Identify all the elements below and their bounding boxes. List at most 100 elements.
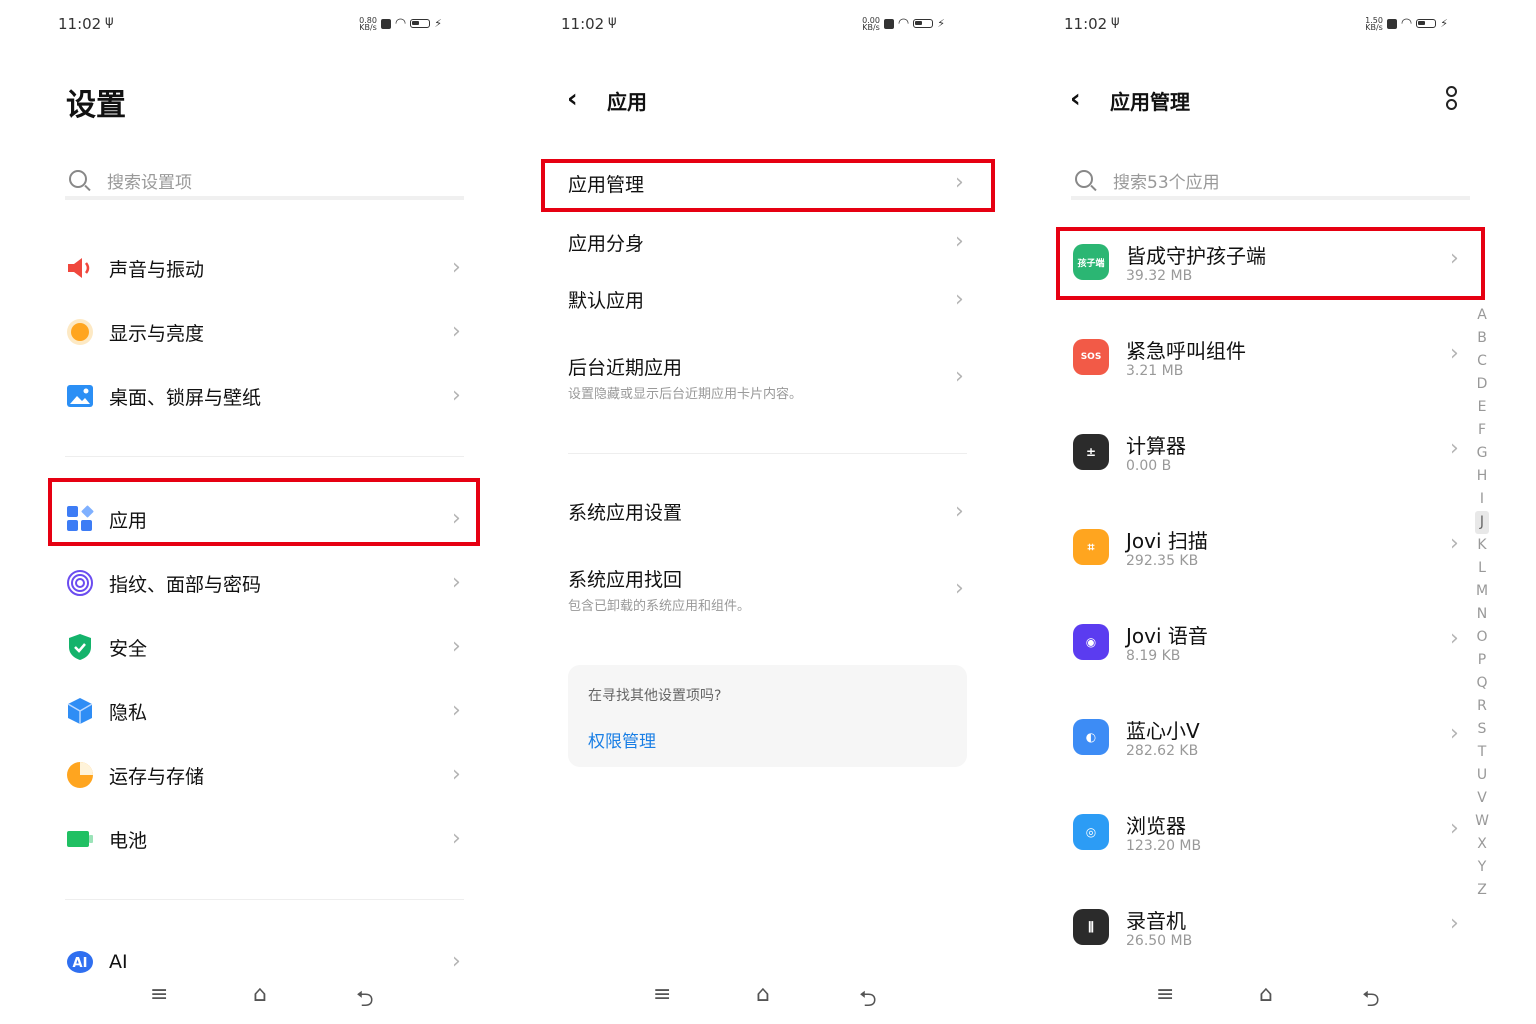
settings-item-privacy[interactable]: 隐私 [66,697,147,725]
privacy-cube-icon [66,697,94,725]
menu-nav-icon[interactable]: ≡ [1156,982,1174,1007]
menu-item-system-app-settings[interactable]: 系统应用设置 [568,498,682,525]
menu-item-default-apps[interactable]: 默认应用 [568,286,644,313]
alphabet-letter[interactable]: X [1475,833,1489,856]
alphabet-letter[interactable]: O [1475,626,1489,649]
alphabet-index[interactable]: ABCDEFGHIJKLMNOPQRSTUVWXYZ [1475,304,1489,902]
back-arrow-icon[interactable]: ‹ [567,84,578,114]
settings-item-sound[interactable]: 声音与振动 [66,254,204,282]
alphabet-letter[interactable]: A [1475,304,1489,327]
alphabet-letter[interactable]: F [1475,419,1489,442]
alphabet-letter[interactable]: V [1475,787,1489,810]
page-title: 应用管理 [1110,90,1190,114]
alphabet-letter[interactable]: J [1475,511,1489,534]
menu-nav-icon[interactable]: ≡ [150,982,168,1007]
alphabet-letter[interactable]: Q [1475,672,1489,695]
app-size: 26.50 MB [1126,933,1193,949]
item-label: 声音与振动 [109,258,205,281]
back-arrow-icon[interactable]: ‹ [1070,84,1081,114]
charging-icon: ⚡ [434,17,442,30]
alphabet-letter[interactable]: B [1475,327,1489,350]
menu-nav-icon[interactable]: ≡ [653,982,671,1007]
network-speed: 1.50 KB/s [1365,15,1383,32]
menu-item-app-clone[interactable]: 应用分身 [568,229,644,256]
search-input[interactable]: 搜索53个应用 [1071,168,1470,200]
item-label: 系统应用设置 [568,502,683,524]
app-size: 3.21 MB [1126,363,1184,379]
alphabet-letter[interactable]: W [1475,810,1489,833]
settings-item-ai[interactable]: AI AI [66,948,128,976]
settings-item-storage[interactable]: 运存与存储 [66,761,204,789]
item-subtitle: 包含已卸载的系统应用和组件。 [568,599,751,614]
chevron-right-icon: › [955,287,964,312]
home-nav-icon[interactable]: ⌂ [1259,982,1273,1007]
permission-management-link[interactable]: 权限管理 [588,727,656,752]
usb-icon: ψ [608,14,617,29]
battery-icon [66,825,94,853]
alphabet-letter[interactable]: C [1475,350,1489,373]
page-title: 设置 [66,88,126,123]
settings-item-battery[interactable]: 电池 [66,825,147,853]
alphabet-letter[interactable]: R [1475,695,1489,718]
app-name: 计算器 [1126,434,1186,458]
item-label: 电池 [109,829,148,852]
alphabet-letter[interactable]: N [1475,603,1489,626]
chevron-right-icon: › [955,229,964,254]
alphabet-letter[interactable]: S [1475,718,1489,741]
alphabet-letter[interactable]: I [1475,488,1489,511]
alphabet-letter[interactable]: D [1475,373,1489,396]
app-name: 录音机 [1126,909,1186,933]
alphabet-letter[interactable]: E [1475,396,1489,419]
menu-item-recent-apps[interactable]: 后台近期应用 [568,353,682,380]
chevron-right-icon: › [1450,436,1459,461]
settings-item-security[interactable]: 安全 [66,633,147,661]
status-time: 11:02 [58,15,102,33]
browser-icon: ◎ [1073,814,1109,850]
alphabet-letter[interactable]: P [1475,649,1489,672]
settings-item-fingerprint[interactable]: 指纹、面部与密码 [66,569,261,597]
alphabet-letter[interactable]: M [1475,580,1489,603]
chevron-right-icon: › [452,698,461,723]
sos-icon: SOS [1073,339,1109,375]
alphabet-letter[interactable]: T [1475,741,1489,764]
home-nav-icon[interactable]: ⌂ [756,982,770,1007]
alphabet-letter[interactable]: L [1475,557,1489,580]
item-label: 系统应用找回 [568,569,683,591]
alphabet-letter[interactable]: G [1475,442,1489,465]
charging-icon: ⚡ [1440,17,1448,30]
back-nav-icon[interactable]: ⮌ [1362,982,1380,1020]
app-size: 282.62 KB [1126,743,1199,759]
app-name: 浏览器 [1126,814,1186,838]
chevron-right-icon: › [452,383,461,408]
alphabet-letter[interactable]: Y [1475,856,1489,879]
chevron-right-icon: › [1450,911,1459,936]
chevron-right-icon: › [1450,816,1459,841]
nfc-icon [883,18,894,29]
apps-panel: 11:02 ψ 0.00 KB/s ◠ ⚡ ‹ 应用 应用管理 › 应用分身 › … [503,0,1005,1024]
more-options-icon[interactable] [1446,86,1457,112]
back-nav-icon[interactable]: ⮌ [859,982,877,1020]
search-icon [1075,170,1093,188]
home-nav-icon[interactable]: ⌂ [253,982,267,1007]
back-nav-icon[interactable]: ⮌ [356,982,374,1020]
search-input[interactable]: 搜索设置项 [65,168,464,200]
chevron-right-icon: › [452,255,461,280]
chevron-right-icon: › [452,826,461,851]
alphabet-letter[interactable]: U [1475,764,1489,787]
item-label: 运存与存储 [109,765,205,788]
settings-item-wallpaper[interactable]: 桌面、锁屏与壁纸 [66,382,261,410]
alphabet-letter[interactable]: Z [1475,879,1489,902]
chevron-right-icon: › [452,570,461,595]
chevron-right-icon: › [955,499,964,524]
alphabet-letter[interactable]: K [1475,534,1489,557]
menu-item-system-app-restore[interactable]: 系统应用找回 [568,565,682,592]
sun-icon [66,318,94,346]
app-size: 8.19 KB [1126,648,1181,664]
chevron-right-icon: › [1450,341,1459,366]
settings-item-display[interactable]: 显示与亮度 [66,318,204,346]
search-placeholder: 搜索53个应用 [1113,173,1220,193]
status-bar: 11:02 ψ 0.00 KB/s ◠ ⚡ [561,14,945,36]
alphabet-letter[interactable]: H [1475,465,1489,488]
page-title: 应用 [607,90,647,114]
status-bar: 11:02 ψ 1.50 KB/s ◠ ⚡ [1064,14,1448,36]
